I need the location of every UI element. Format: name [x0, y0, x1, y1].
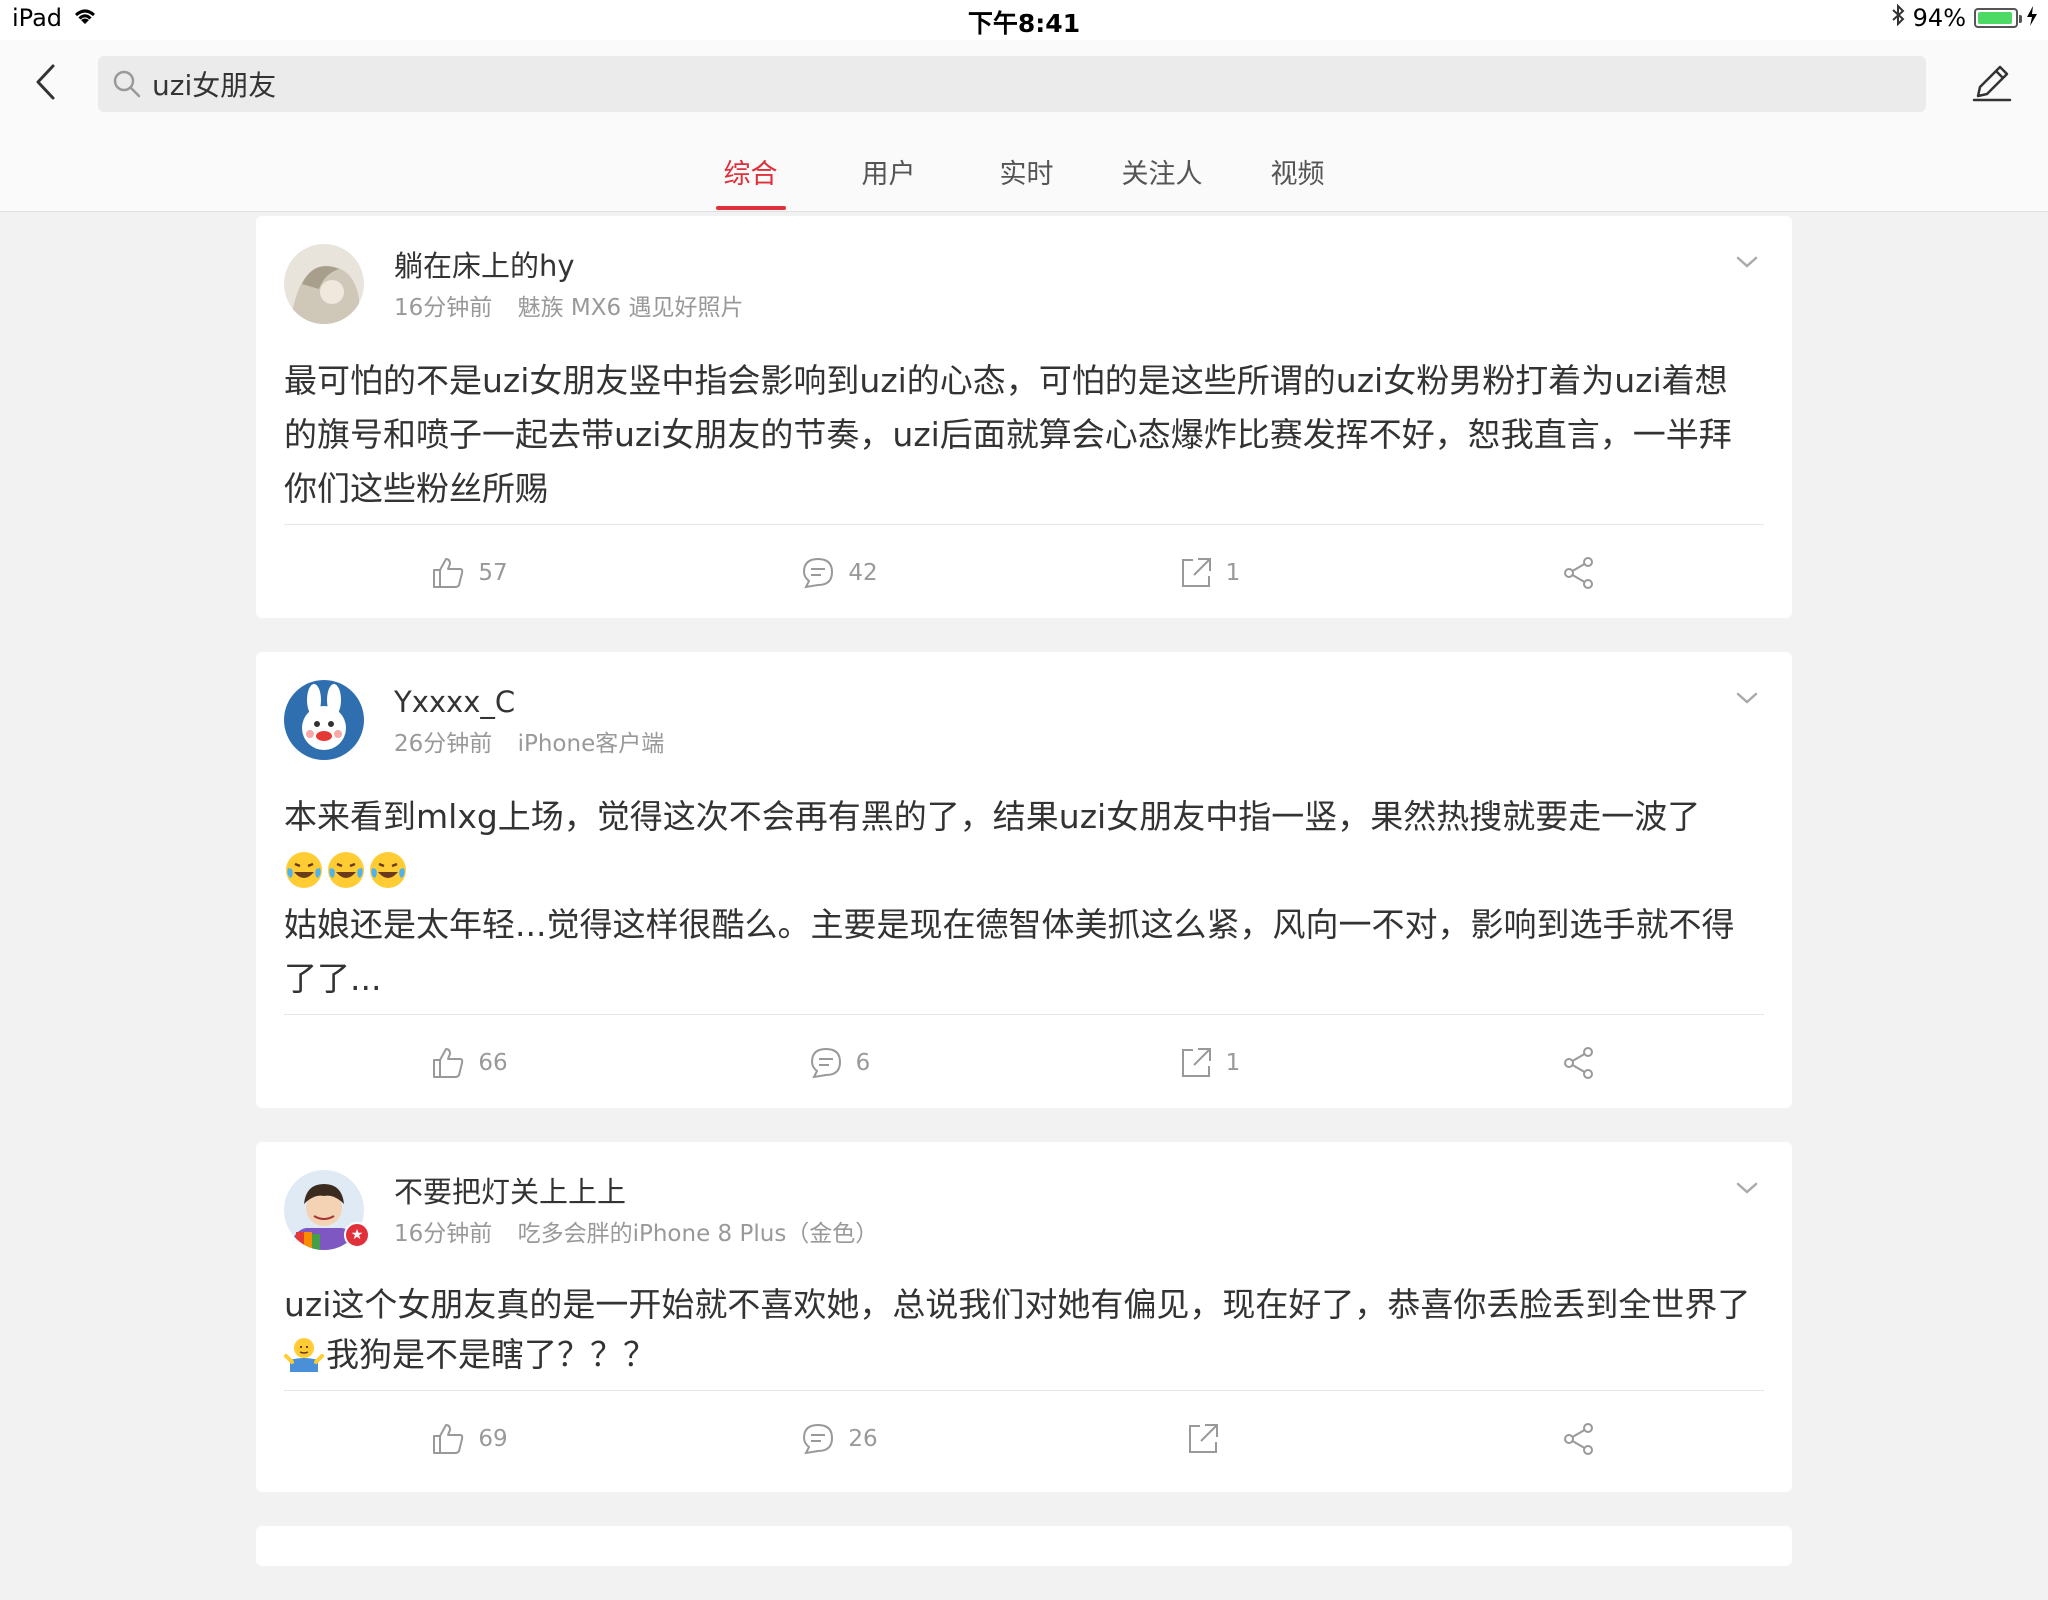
share-button[interactable] [1394, 1045, 1764, 1081]
repost-count: 1 [1225, 560, 1241, 586]
avatar[interactable] [284, 244, 364, 324]
status-time: 下午8:41 [967, 9, 1081, 38]
post-text-line: 姑娘还是太年轻...觉得这样很酷么。主要是现在德智体美抓这么紧，风向一不对，影响… [284, 905, 1735, 998]
user-info: Yxxxx_C 26分钟前 iPhone客户端 [394, 682, 664, 758]
status-bar: iPad 下午8:41 94% [0, 0, 2048, 40]
repost-icon [1189, 1424, 1218, 1453]
verified-badge-icon: ★ [344, 1222, 370, 1248]
share-button[interactable] [1394, 1421, 1764, 1457]
search-bar[interactable] [98, 56, 1926, 112]
post-text: 最可怕的不是uzi女朋友竖中指会影响到uzi的心态，可怕的是这些所谓的uzi女粉… [284, 361, 1732, 508]
post-meta: 16分钟前 吃多会胖的iPhone 8 Plus（金色） [394, 1214, 878, 1248]
back-icon [36, 64, 55, 100]
thumbs-up-icon [433, 1048, 464, 1078]
repost-icon [1181, 558, 1211, 587]
avatar[interactable] [284, 680, 364, 760]
user-name[interactable]: 躺在床上的hy [394, 246, 743, 286]
post-card[interactable]: Yxxxx_C 26分钟前 iPhone客户端 本来看到mlxg上场，觉得这次不… [256, 652, 1792, 1108]
comment-button[interactable]: 26 [654, 1421, 1024, 1457]
post-time: 16分钟前 [394, 1221, 493, 1247]
share-icon [1564, 1423, 1593, 1455]
share-icon [1564, 557, 1593, 589]
post-header: 躺在床上的hy 16分钟前 魅族 MX6 遇见好照片 [284, 244, 1764, 354]
user-info: 不要把灯关上上上 16分钟前 吃多会胖的iPhone 8 Plus（金色） [394, 1172, 878, 1248]
repost-count: 1 [1225, 1050, 1241, 1076]
search-input[interactable] [152, 67, 1926, 101]
post-text: uzi这个女朋友真的是一开始就不喜欢她，总说我们对她有偏见，现在好了，恭喜你丢脸… [284, 1280, 1764, 1380]
repost-button[interactable]: 1 [1024, 1045, 1394, 1081]
post-source: 魅族 MX6 遇见好照片 [517, 295, 744, 321]
post-actions: 69 26 [284, 1390, 1764, 1487]
tab-comprehensive[interactable]: 综合 [715, 150, 786, 212]
post-time: 26分钟前 [394, 731, 493, 757]
post-card[interactable]: 躺在床上的hy 16分钟前 魅族 MX6 遇见好照片 最可怕的不是uzi女朋友竖… [256, 216, 1792, 618]
bluetooth-icon [1891, 3, 1905, 32]
battery-icon [1974, 8, 2022, 28]
comment-count: 6 [855, 1050, 871, 1076]
like-count: 66 [478, 1050, 508, 1076]
comment-count: 42 [848, 560, 878, 586]
post-meta: 16分钟前 魅族 MX6 遇见好照片 [394, 288, 743, 322]
compose-icon [1972, 65, 2012, 102]
repost-button[interactable] [1024, 1421, 1394, 1457]
repost-button[interactable]: 1 [1024, 555, 1394, 591]
share-icon [1564, 1047, 1593, 1079]
like-count: 69 [478, 1426, 508, 1452]
search-results-feed: 躺在床上的hy 16分钟前 魅族 MX6 遇见好照片 最可怕的不是uzi女朋友竖… [256, 216, 1792, 1600]
tab-realtime[interactable]: 实时 [992, 150, 1062, 212]
comment-button[interactable]: 42 [654, 555, 1024, 591]
comment-icon [810, 1047, 841, 1079]
comment-icon [803, 557, 834, 589]
laughing-crying-emoji [284, 850, 324, 890]
search-tabs: 综合 用户 实时 关注人 视频 [0, 150, 2048, 212]
back-button[interactable] [26, 60, 66, 104]
post-meta: 26分钟前 iPhone客户端 [394, 724, 664, 758]
battery-percent: 94% [1912, 4, 1966, 32]
post-source: iPhone客户端 [517, 731, 665, 757]
repost-icon [1181, 1048, 1211, 1077]
comment-icon [803, 1423, 834, 1455]
charging-icon [2026, 4, 2038, 32]
tab-video[interactable]: 视频 [1263, 150, 1333, 212]
laughing-crying-emoji [326, 850, 366, 890]
compose-button[interactable] [1968, 58, 2016, 106]
laughing-crying-emoji [368, 850, 408, 890]
post-text-line: 我狗是不是瞎了？？？ [326, 1335, 656, 1374]
status-right: 94% [1891, 3, 2038, 32]
comment-button[interactable]: 6 [654, 1045, 1024, 1081]
search-header: 综合 用户 实时 关注人 视频 [0, 40, 2048, 212]
like-count: 57 [478, 560, 508, 586]
chevron-down-icon[interactable] [1732, 686, 1762, 710]
post-card[interactable] [256, 1526, 1792, 1566]
comment-count: 26 [848, 1426, 878, 1452]
avatar[interactable]: ★ [284, 1170, 370, 1250]
post-text: 本来看到mlxg上场，觉得这次不会再有黑的了，结果uzi女朋友中指一竖，果然热搜… [284, 790, 1764, 1006]
post-text-line: 本来看到mlxg上场，觉得这次不会再有黑的了，结果uzi女朋友中指一竖，果然热搜… [284, 797, 1701, 836]
post-header: ★ 不要把灯关上上上 16分钟前 吃多会胖的iPhone 8 Plus（金色） [284, 1170, 1764, 1280]
search-icon [110, 67, 144, 101]
user-info: 躺在床上的hy 16分钟前 魅族 MX6 遇见好照片 [394, 246, 743, 322]
thumbs-up-icon [433, 558, 464, 588]
like-button[interactable]: 69 [284, 1421, 654, 1457]
post-actions: 57 42 1 [284, 524, 1764, 621]
post-actions: 66 6 1 [284, 1014, 1764, 1111]
like-button[interactable]: 66 [284, 1045, 654, 1081]
post-time: 16分钟前 [394, 295, 493, 321]
share-button[interactable] [1394, 555, 1764, 591]
post-text-line: uzi这个女朋友真的是一开始就不喜欢她，总说我们对她有偏见，现在好了，恭喜你丢脸… [284, 1285, 1751, 1324]
post-header: Yxxxx_C 26分钟前 iPhone客户端 [284, 680, 1764, 790]
tab-following[interactable]: 关注人 [1114, 150, 1211, 212]
user-name[interactable]: 不要把灯关上上上 [394, 1172, 878, 1212]
tab-users[interactable]: 用户 [854, 150, 924, 212]
post-card[interactable]: ★ 不要把灯关上上上 16分钟前 吃多会胖的iPhone 8 Plus（金色） … [256, 1142, 1792, 1492]
chevron-down-icon[interactable] [1732, 250, 1762, 274]
post-source: 吃多会胖的iPhone 8 Plus（金色） [517, 1221, 879, 1247]
chevron-down-icon[interactable] [1732, 1176, 1762, 1200]
shrugging-emoji [284, 1334, 324, 1374]
user-name[interactable]: Yxxxx_C [394, 682, 664, 722]
like-button[interactable]: 57 [284, 555, 654, 591]
thumbs-up-icon [433, 1424, 464, 1454]
